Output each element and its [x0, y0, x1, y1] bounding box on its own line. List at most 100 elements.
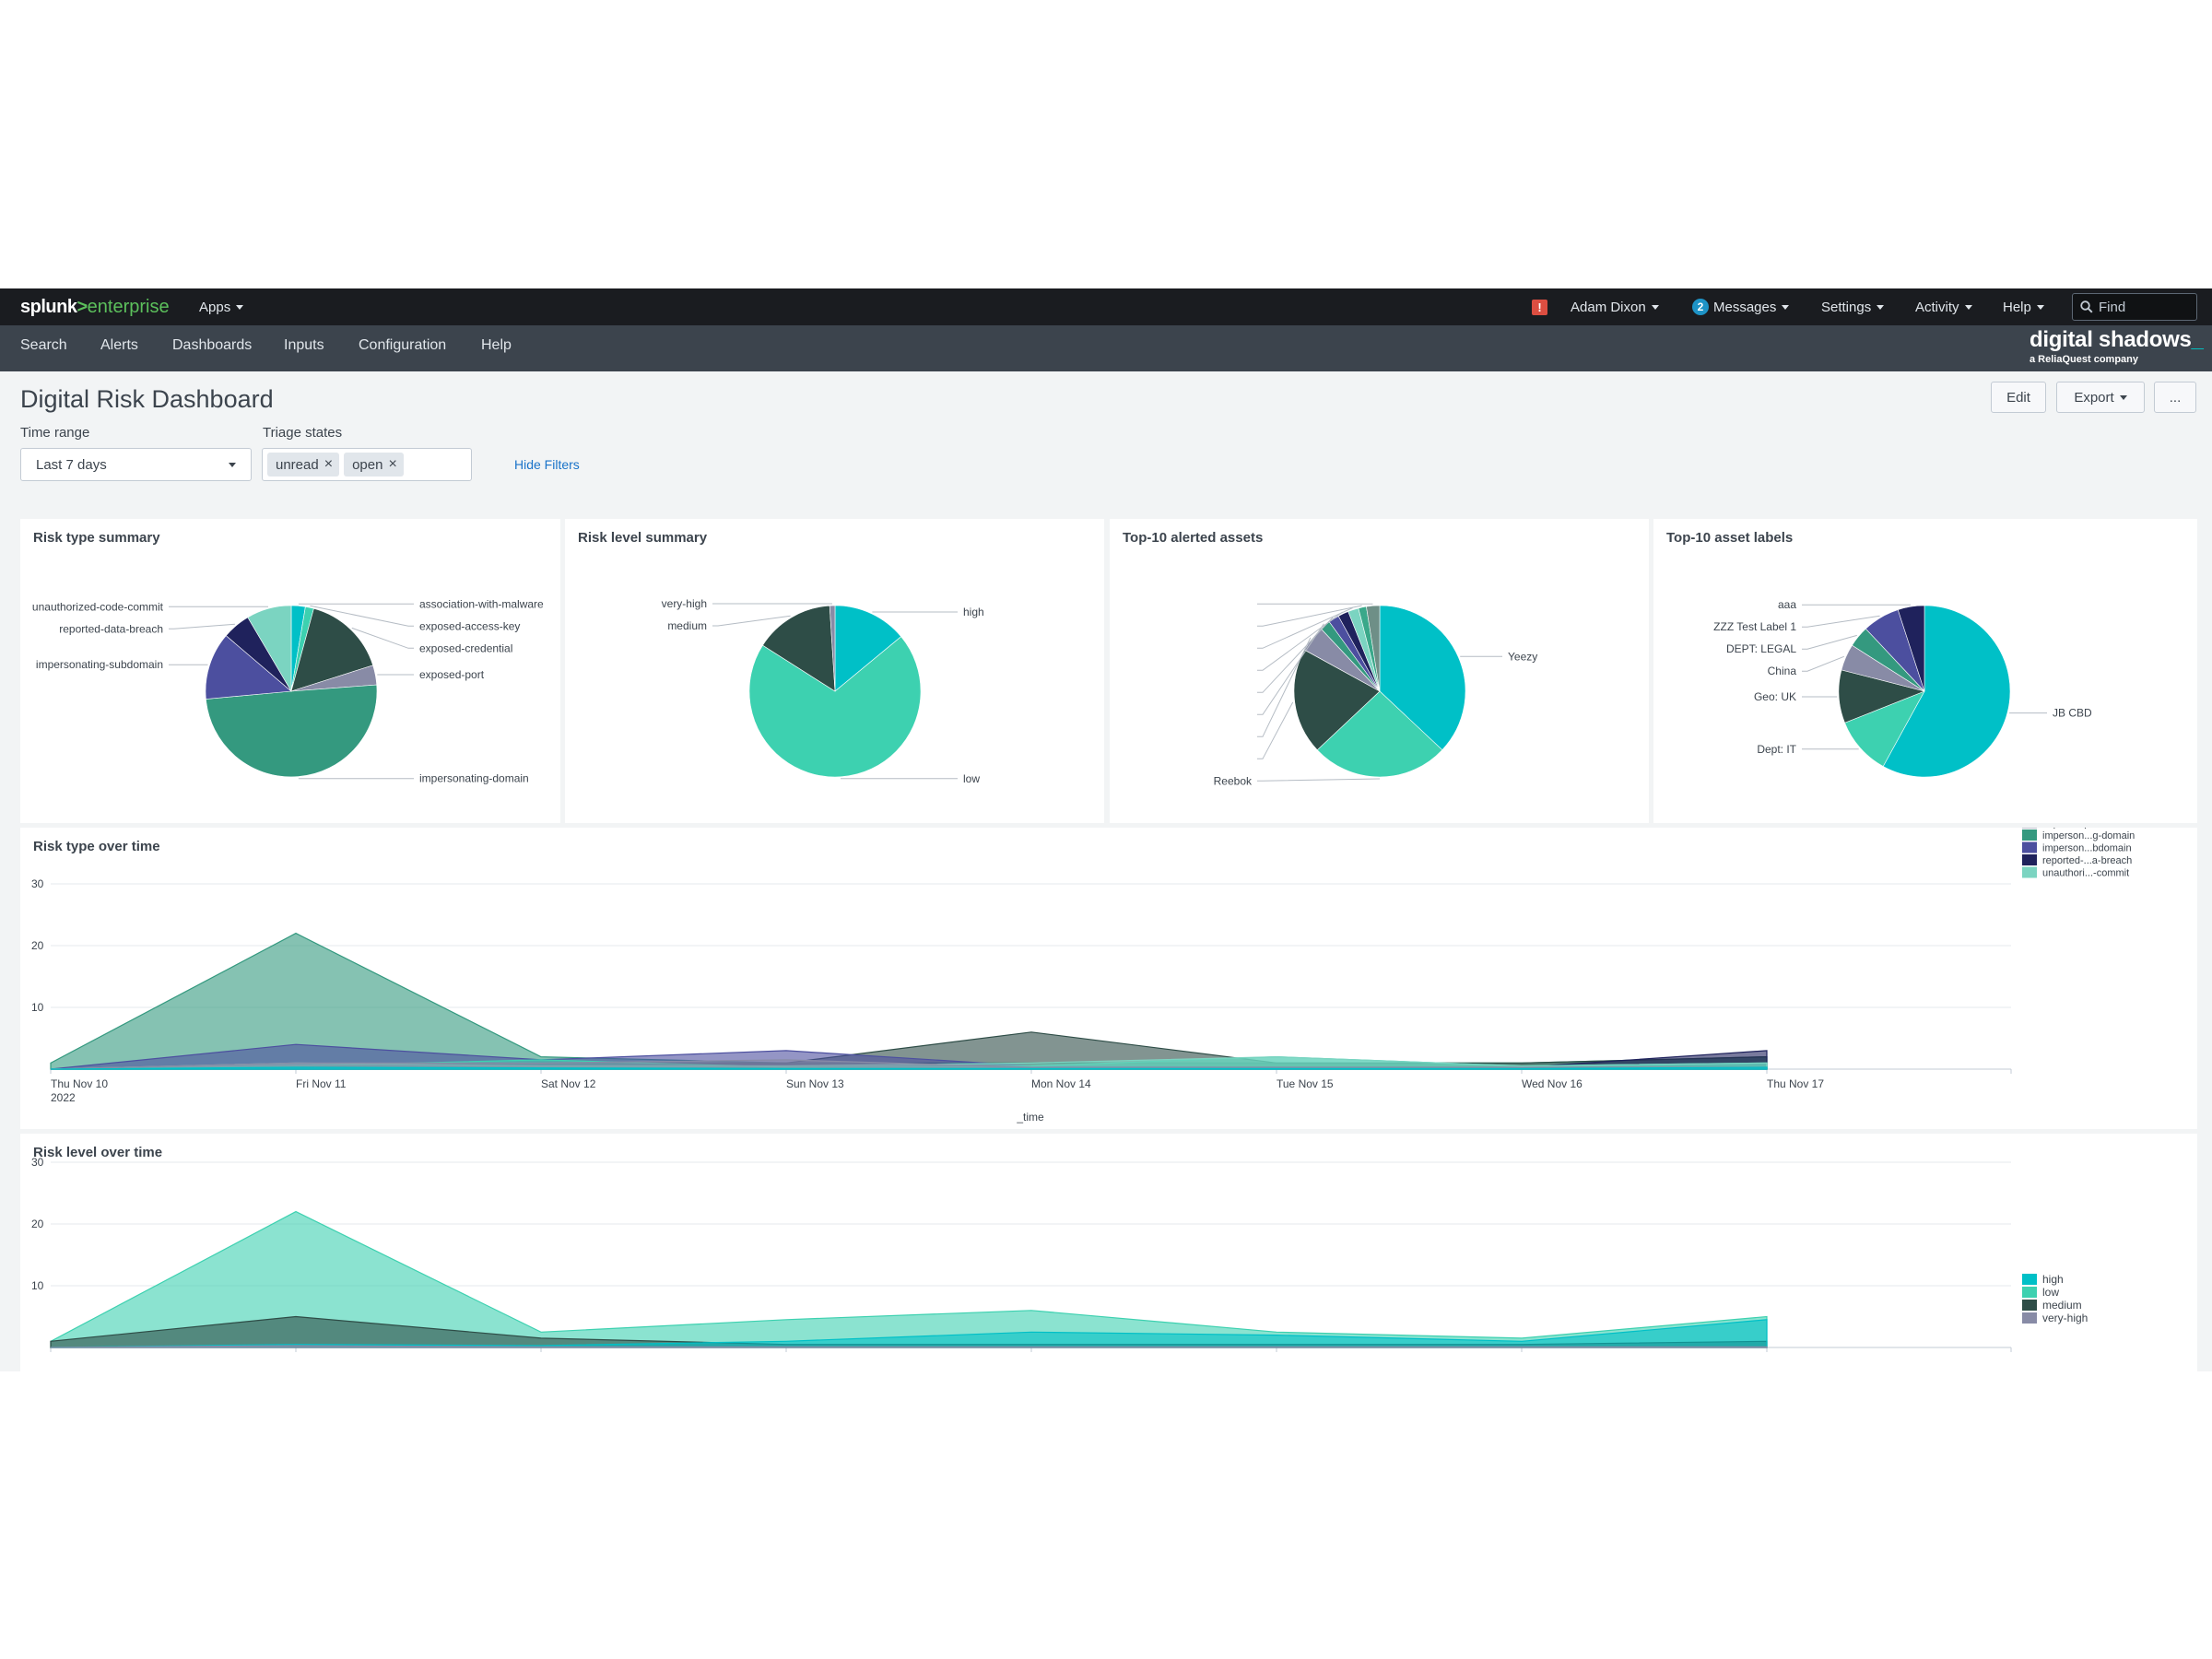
chevron-down-icon [2036, 304, 2044, 310]
triage-chip-open[interactable]: open × [344, 453, 404, 477]
triage-states-input[interactable]: unread × open × [262, 448, 472, 481]
brand-subtitle: a ReliaQuest company [2030, 354, 2138, 365]
x-tick-label: Sat Nov 12 [541, 1077, 596, 1090]
close-icon[interactable]: × [388, 456, 396, 473]
pie-label-association-with-malware: association-with-malware [419, 597, 544, 610]
pie-leader-line [169, 623, 235, 629]
time-range-label: Time range [20, 425, 90, 441]
app-bar: Search Alerts Dashboards Inputs Configur… [0, 325, 2212, 371]
risk-type-over-time-panel: Risk type over time 10 20 30 Thu Nov 10 2022… [20, 828, 2197, 1129]
pie-slice-impersonating-domain[interactable] [206, 684, 378, 778]
time-range-dropdown[interactable]: Last 7 days [20, 448, 252, 481]
nav-search[interactable]: Search [20, 325, 67, 366]
apps-menu[interactable]: Apps [199, 288, 244, 325]
pie-label-exposed-port: exposed-port [419, 668, 485, 681]
risk-level-summary-chart: high low very-high medium [662, 597, 984, 785]
chip-label: unread [276, 456, 319, 473]
legend-swatch [2022, 1274, 2037, 1285]
legend-item-very-high[interactable]: very-high [2042, 1312, 2088, 1324]
x-tick-label: Wed Nov 16 [1522, 1077, 1583, 1090]
pie-label-very-high: very-high [662, 597, 707, 610]
pie-label-unauthorized-code-commit: unauthorized-code-commit [32, 600, 164, 613]
pie-label-yeezy: Yeezy [1508, 650, 1537, 663]
chevron-down-icon [1651, 304, 1659, 310]
top-bar: splunk > enterprise Apps ! Adam Dixon 2 Mes… [0, 288, 2212, 325]
triage-chip-unread[interactable]: unread × [267, 453, 340, 477]
x-tick-label: Sun Nov 13 [786, 1077, 844, 1090]
chevron-down-icon [236, 304, 244, 310]
legend-swatch [2022, 841, 2037, 853]
risk-type-summary-panel: Risk type summary association-with-malwa… [20, 519, 560, 823]
pie-label-aaa: aaa [1778, 598, 1796, 611]
x-tick-label: Fri Nov 11 [296, 1077, 347, 1090]
legend-item-low[interactable]: low [2042, 1286, 2059, 1299]
nav-inputs[interactable]: Inputs [284, 325, 324, 366]
logo-product: enterprise [87, 296, 170, 317]
settings-label: Settings [1821, 299, 1872, 315]
y-tick-label: 30 [31, 877, 44, 890]
pie-label-high: high [963, 606, 984, 618]
legend-item-high[interactable]: high [2042, 1273, 2064, 1286]
y-tick-label: 10 [31, 1279, 44, 1292]
x-tick-label: Thu Nov 10 2022 [51, 1077, 108, 1104]
top-alerted-assets-chart: Yeezy Reebok [1214, 603, 1537, 787]
pie-label-low: low [963, 772, 980, 785]
risk-level-over-time-chart: 10 20 30 highlowmediumvery-high [31, 1156, 2088, 1352]
x-tick-label: Thu Nov 17 [1767, 1077, 1824, 1090]
chevron-down-icon [2119, 394, 2127, 400]
legend-swatch [2022, 854, 2037, 865]
user-menu[interactable]: Adam Dixon [1571, 288, 1659, 325]
more-button[interactable]: ... [2154, 382, 2196, 413]
alert-icon: ! [1532, 299, 1547, 315]
hide-filters-link[interactable]: Hide Filters [514, 457, 580, 472]
pie-leader-line [1802, 655, 1844, 672]
y-tick-label: 30 [31, 1156, 44, 1169]
pie-label-reported-data-breach: reported-data-breach [59, 622, 163, 635]
legend-item-medium[interactable]: medium [2042, 1299, 2082, 1312]
y-tick-label: 10 [31, 1001, 44, 1014]
top-alerted-assets-panel: Top-10 alerted assets Yeezy Reebok [1110, 519, 1649, 823]
help-menu[interactable]: Help [2003, 288, 2044, 325]
legend-item-exposed-port[interactable]: exposed-port [2042, 828, 2101, 830]
legend-item-reported-a-breach[interactable]: reported-...a-breach [2042, 855, 2132, 866]
activity-menu[interactable]: Activity [1915, 288, 1972, 325]
messages-menu[interactable]: 2 Messages [1692, 288, 1790, 325]
legend-item-imperson-g-domain[interactable]: imperson...g-domain [2042, 830, 2135, 841]
risk-type-over-time-chart: 10 20 30 Thu Nov 10 2022 Fri Nov 11 Sat Nov 12… [31, 828, 2135, 1124]
messages-count-badge: 2 [1692, 299, 1709, 315]
digital-shadows-logo: digital shadows_ [2030, 327, 2204, 353]
pie-label-zzz-test-label-1: ZZZ Test Label 1 [1713, 620, 1796, 633]
nav-alerts[interactable]: Alerts [100, 325, 138, 366]
legend-swatch [2022, 1300, 2037, 1311]
nav-dashboards[interactable]: Dashboards [172, 325, 252, 366]
alert-notification[interactable]: ! [1532, 288, 1547, 325]
page-title: Digital Risk Dashboard [20, 385, 274, 413]
legend-swatch [2022, 830, 2037, 841]
pie-label-impersonating-domain: impersonating-domain [419, 772, 529, 785]
find-input[interactable]: Find [2072, 293, 2197, 321]
pie-label-exposed-credential: exposed-credential [419, 641, 512, 654]
pie-label-dept-it: Dept: IT [1757, 743, 1796, 756]
chevron-down-icon [229, 463, 236, 467]
find-placeholder: Find [2099, 299, 2126, 315]
pie-leader-line [712, 615, 791, 627]
edit-button[interactable]: Edit [1991, 382, 2046, 413]
splunk-app: splunk > enterprise Apps ! Adam Dixon 2 Mes… [0, 288, 2212, 1371]
y-tick-label: 20 [31, 1218, 44, 1230]
pie-label-geo-uk: Geo: UK [1754, 690, 1796, 703]
legend-swatch [2022, 866, 2037, 878]
legend-item-imperson-bdomain[interactable]: imperson...bdomain [2042, 843, 2132, 854]
legend-item-unauthori-commit[interactable]: unauthori...-commit [2042, 868, 2129, 879]
nav-configuration[interactable]: Configuration [359, 325, 446, 366]
export-button[interactable]: Export [2056, 382, 2145, 413]
triage-states-label: Triage states [263, 425, 343, 441]
user-label: Adam Dixon [1571, 299, 1646, 315]
splunk-logo[interactable]: splunk > enterprise [20, 288, 170, 325]
pie-label-reebok: Reebok [1214, 774, 1253, 787]
pie-leader-line [1802, 634, 1857, 650]
activity-label: Activity [1915, 299, 1959, 315]
pie-label-china: China [1768, 665, 1797, 677]
settings-menu[interactable]: Settings [1821, 288, 1885, 325]
nav-help[interactable]: Help [481, 325, 512, 366]
close-icon[interactable]: × [324, 456, 333, 473]
